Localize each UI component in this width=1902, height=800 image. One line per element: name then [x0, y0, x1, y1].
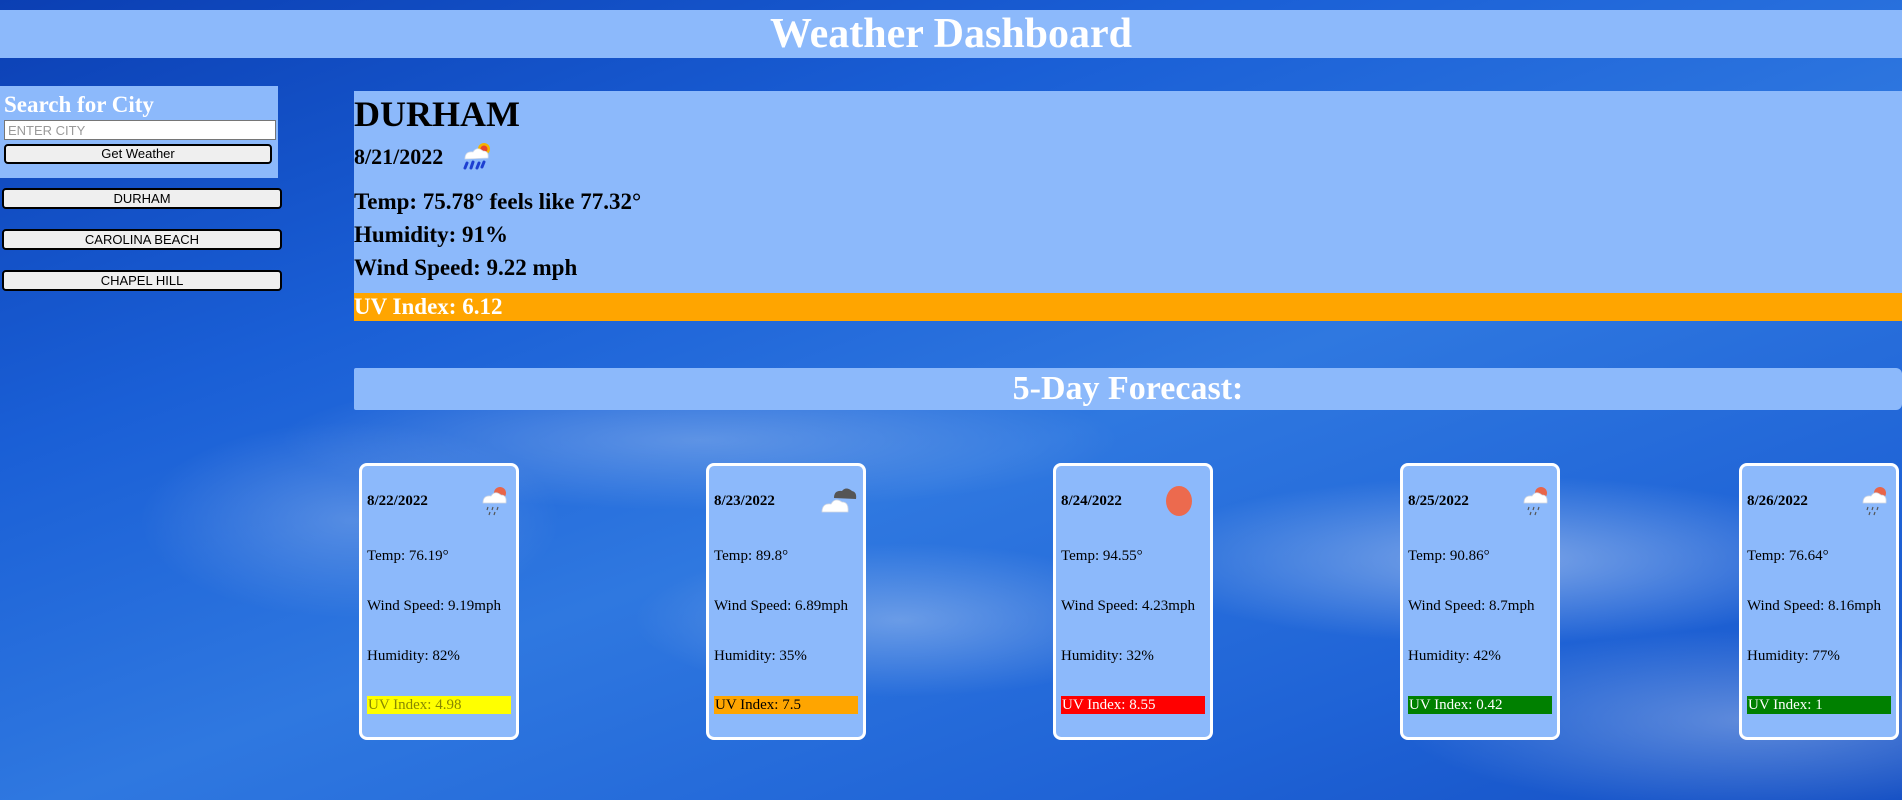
forecast-uv-index: UV Index: 7.5: [714, 696, 858, 714]
forecast-card-day-1: 8/22/2022 Temp: 76.19° Wind Speed: 9.19m…: [359, 463, 519, 740]
search-panel: Search for City Get Weather: [0, 86, 278, 178]
forecast-temp: Temp: 89.8°: [714, 548, 789, 564]
forecast-date: 8/23/2022: [714, 492, 775, 509]
forecast-wind: Wind Speed: 9.19mph: [367, 598, 501, 614]
history-button-carolina-beach[interactable]: CAROLINA BEACH: [2, 229, 282, 250]
forecast-humidity: Humidity: 35%: [714, 648, 807, 664]
forecast-date: 8/22/2022: [367, 492, 428, 509]
forecast-date: 8/26/2022: [1747, 492, 1808, 509]
current-humidity: Humidity: 91%: [354, 222, 508, 247]
forecast-card-day-5: 8/26/2022 Temp: 76.64° Wind Speed: 8.16m…: [1739, 463, 1899, 740]
rain-cloud-sun-icon: [1859, 483, 1891, 519]
forecast-header: 5-Day Forecast:: [354, 368, 1902, 410]
forecast-humidity: Humidity: 77%: [1747, 648, 1840, 664]
current-wind: Wind Speed: 9.22 mph: [354, 255, 578, 280]
history-button-durham[interactable]: DURHAM: [2, 188, 282, 209]
current-city: DURHAM: [354, 94, 520, 134]
forecast-wind: Wind Speed: 4.23mph: [1061, 598, 1195, 614]
header-bar: Weather Dashboard: [0, 10, 1902, 58]
current-temp: Temp: 75.78° feels like 77.32°: [354, 189, 642, 214]
current-uv-index: UV Index: 6.12: [354, 293, 1902, 321]
forecast-card-day-3: 8/24/2022 Temp: 94.55° Wind Speed: 4.23m…: [1053, 463, 1213, 740]
forecast-wind: Wind Speed: 8.16mph: [1747, 598, 1881, 614]
forecast-temp: Temp: 76.64°: [1747, 548, 1829, 564]
search-title: Search for City: [4, 92, 154, 117]
forecast-date: 8/25/2022: [1408, 492, 1469, 509]
forecast-uv-index: UV Index: 0.42: [1408, 696, 1552, 714]
forecast-humidity: Humidity: 42%: [1408, 648, 1501, 664]
clouds-icon: [820, 484, 858, 518]
forecast-card-day-2: 8/23/2022 Temp: 89.8° Wind Speed: 6.89mp…: [706, 463, 866, 740]
history-button-chapel-hill[interactable]: CHAPEL HILL: [2, 270, 282, 291]
forecast-title: 5-Day Forecast:: [1012, 370, 1244, 407]
rain-cloud-sun-icon: [479, 483, 511, 519]
rain-cloud-sun-icon: [1520, 483, 1552, 519]
city-search-input[interactable]: [4, 120, 276, 140]
forecast-uv-index: UV Index: 8.55: [1061, 696, 1205, 714]
forecast-uv-index: UV Index: 1: [1747, 696, 1891, 714]
forecast-wind: Wind Speed: 6.89mph: [714, 598, 848, 614]
rain-sun-icon: [457, 137, 497, 177]
get-weather-button[interactable]: Get Weather: [4, 144, 272, 164]
current-weather-panel: DURHAM 8/21/2022 Temp: 75.78° feels like…: [354, 91, 1902, 321]
forecast-date: 8/24/2022: [1061, 492, 1122, 509]
forecast-humidity: Humidity: 32%: [1061, 648, 1154, 664]
current-date: 8/21/2022: [354, 144, 444, 169]
forecast-temp: Temp: 90.86°: [1408, 548, 1490, 564]
page-title: Weather Dashboard: [769, 11, 1133, 57]
forecast-humidity: Humidity: 82%: [367, 648, 460, 664]
forecast-temp: Temp: 76.19°: [367, 548, 449, 564]
forecast-wind: Wind Speed: 8.7mph: [1408, 598, 1535, 614]
sun-icon: [1165, 485, 1193, 517]
forecast-card-day-4: 8/25/2022 Temp: 90.86° Wind Speed: 8.7mp…: [1400, 463, 1560, 740]
forecast-temp: Temp: 94.55°: [1061, 548, 1143, 564]
forecast-uv-index: UV Index: 4.98: [367, 696, 511, 714]
current-date-row: 8/21/2022: [354, 137, 1902, 177]
